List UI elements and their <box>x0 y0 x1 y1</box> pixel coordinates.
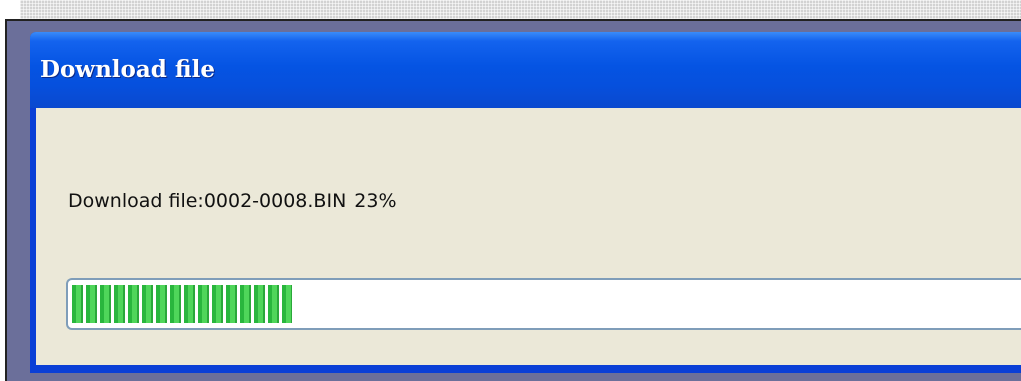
window-title: Download file <box>40 56 215 83</box>
download-label: Download file: <box>68 190 204 212</box>
title-bar[interactable]: Download file <box>30 32 1021 108</box>
background-strip <box>20 0 1021 19</box>
download-status: Download file:0002-0008.BIN 23% <box>68 190 397 212</box>
download-dialog: Download file Download file:0002-0008.BI… <box>30 32 1021 373</box>
download-percent: 23% <box>354 190 397 212</box>
download-filename: 0002-0008.BIN <box>203 190 347 212</box>
progress-fill <box>72 285 292 323</box>
download-progress-bar <box>66 278 1021 330</box>
dialog-body: Download file:0002-0008.BIN 23% <box>36 108 1021 365</box>
